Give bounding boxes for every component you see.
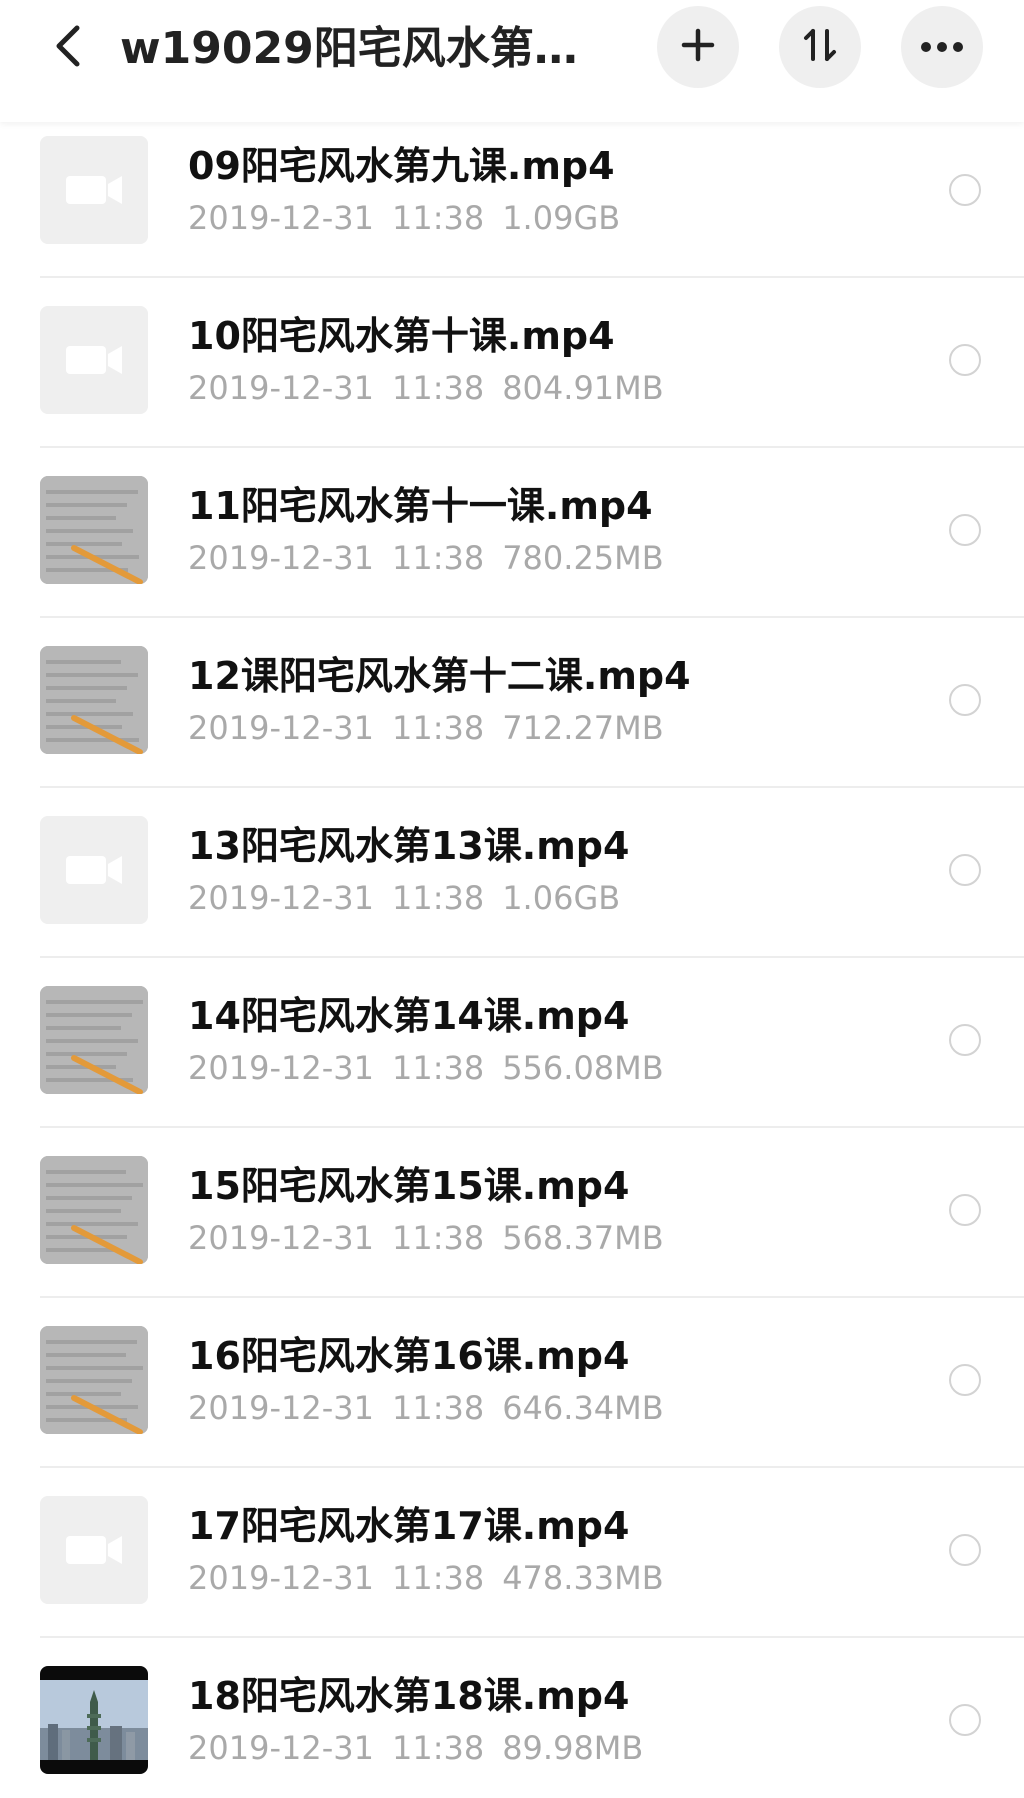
file-size: 556.08MB (502, 1049, 664, 1087)
file-name: 12课阳宅风水第十二课.mp4 (188, 654, 691, 698)
video-camera-icon (40, 136, 148, 244)
file-size: 804.91MB (502, 369, 664, 407)
file-time: 11:38 (391, 1219, 485, 1257)
file-meta: 2019-12-31 11:38 646.34MB (188, 1388, 682, 1428)
select-radio[interactable] (949, 1364, 981, 1396)
file-row[interactable]: 12课阳宅风水第十二课.mp4 2019-12-31 11:38 712.27MB (0, 618, 1024, 788)
file-time: 11:38 (391, 1559, 485, 1597)
sort-button[interactable] (779, 6, 861, 88)
file-size: 1.06GB (502, 879, 621, 917)
file-name: 14阳宅风水第14课.mp4 (188, 994, 630, 1038)
file-row[interactable]: 10阳宅风水第十课.mp4 2019-12-31 11:38 804.91MB (0, 278, 1024, 448)
file-time: 11:38 (391, 199, 485, 237)
file-date: 2019-12-31 (188, 1729, 374, 1767)
file-date: 2019-12-31 (188, 1049, 374, 1087)
select-radio[interactable] (949, 1704, 981, 1736)
file-size: 568.37MB (502, 1219, 664, 1257)
more-button[interactable] (901, 6, 983, 88)
file-name: 17阳宅风水第17课.mp4 (188, 1504, 630, 1548)
file-time: 11:38 (391, 1049, 485, 1087)
file-date: 2019-12-31 (188, 709, 374, 747)
file-row[interactable]: 16阳宅风水第16课.mp4 2019-12-31 11:38 646.34MB (0, 1298, 1024, 1468)
more-icon (920, 38, 964, 57)
file-meta: 2019-12-31 11:38 1.06GB (188, 878, 638, 918)
video-thumbnail (40, 986, 148, 1094)
file-size: 1.09GB (502, 199, 621, 237)
file-date: 2019-12-31 (188, 1389, 374, 1427)
file-meta: 2019-12-31 11:38 556.08MB (188, 1048, 682, 1088)
file-time: 11:38 (391, 879, 485, 917)
file-time: 11:38 (391, 1729, 485, 1767)
file-size: 780.25MB (502, 539, 664, 577)
back-arrow-icon (53, 24, 83, 72)
file-time: 11:38 (391, 369, 485, 407)
file-name: 10阳宅风水第十课.mp4 (188, 314, 615, 358)
select-radio[interactable] (949, 344, 981, 376)
file-date: 2019-12-31 (188, 539, 374, 577)
file-meta: 2019-12-31 11:38 804.91MB (188, 368, 682, 408)
file-time: 11:38 (391, 1389, 485, 1427)
file-meta: 2019-12-31 11:38 780.25MB (188, 538, 682, 578)
file-time: 11:38 (391, 539, 485, 577)
select-radio[interactable] (949, 1024, 981, 1056)
file-row[interactable]: 18阳宅风水第18课.mp4 2019-12-31 11:38 89.98MB (0, 1638, 1024, 1798)
file-name: 13阳宅风水第13课.mp4 (188, 824, 630, 868)
file-date: 2019-12-31 (188, 879, 374, 917)
video-camera-icon (40, 306, 148, 414)
select-radio[interactable] (949, 174, 981, 206)
file-date: 2019-12-31 (188, 369, 374, 407)
video-camera-icon (40, 816, 148, 924)
select-radio[interactable] (949, 1534, 981, 1566)
file-date: 2019-12-31 (188, 1559, 374, 1597)
file-meta: 2019-12-31 11:38 478.33MB (188, 1558, 682, 1598)
file-time: 11:38 (391, 709, 485, 747)
file-size: 712.27MB (502, 709, 664, 747)
file-row[interactable]: 15阳宅风水第15课.mp4 2019-12-31 11:38 568.37MB (0, 1128, 1024, 1298)
file-date: 2019-12-31 (188, 1219, 374, 1257)
video-thumbnail (40, 1326, 148, 1434)
file-meta: 2019-12-31 11:38 568.37MB (188, 1218, 682, 1258)
select-radio[interactable] (949, 684, 981, 716)
file-row[interactable]: 14阳宅风水第14课.mp4 2019-12-31 11:38 556.08MB (0, 958, 1024, 1128)
file-name: 18阳宅风水第18课.mp4 (188, 1674, 630, 1718)
plus-icon (681, 28, 715, 66)
file-date: 2019-12-31 (188, 199, 374, 237)
select-radio[interactable] (949, 1194, 981, 1226)
video-thumbnail (40, 1666, 148, 1774)
file-meta: 2019-12-31 11:38 89.98MB (188, 1728, 661, 1768)
file-name: 11阳宅风水第十一课.mp4 (188, 484, 653, 528)
file-size: 478.33MB (502, 1559, 664, 1597)
back-button[interactable] (38, 18, 98, 78)
sort-icon (802, 27, 838, 67)
file-row[interactable]: 11阳宅风水第十一课.mp4 2019-12-31 11:38 780.25MB (0, 448, 1024, 618)
file-row[interactable]: 13阳宅风水第13课.mp4 2019-12-31 11:38 1.06GB (0, 788, 1024, 958)
file-meta: 2019-12-31 11:38 712.27MB (188, 708, 682, 748)
file-name: 09阳宅风水第九课.mp4 (188, 144, 615, 188)
file-row[interactable]: 09阳宅风水第九课.mp4 2019-12-31 11:38 1.09GB (0, 108, 1024, 278)
video-thumbnail (40, 646, 148, 754)
file-row[interactable]: 17阳宅风水第17课.mp4 2019-12-31 11:38 478.33MB (0, 1468, 1024, 1638)
file-name: 15阳宅风水第15课.mp4 (188, 1164, 630, 1208)
add-button[interactable] (657, 6, 739, 88)
select-radio[interactable] (949, 514, 981, 546)
file-size: 89.98MB (502, 1729, 644, 1767)
file-browser: w19029阳宅风水第一… 09阳宅风水第九课.mp4 2019-12-31 1… (0, 0, 1024, 1798)
video-thumbnail (40, 1156, 148, 1264)
file-name: 16阳宅风水第16课.mp4 (188, 1334, 630, 1378)
video-thumbnail (40, 476, 148, 584)
file-meta: 2019-12-31 11:38 1.09GB (188, 198, 638, 238)
file-list: 09阳宅风水第九课.mp4 2019-12-31 11:38 1.09GB 10阳宅… (0, 108, 1024, 1798)
folder-title: w19029阳宅风水第一… (120, 23, 610, 74)
top-bar: w19029阳宅风水第一… (0, 0, 1024, 122)
file-size: 646.34MB (502, 1389, 664, 1427)
select-radio[interactable] (949, 854, 981, 886)
video-camera-icon (40, 1496, 148, 1604)
